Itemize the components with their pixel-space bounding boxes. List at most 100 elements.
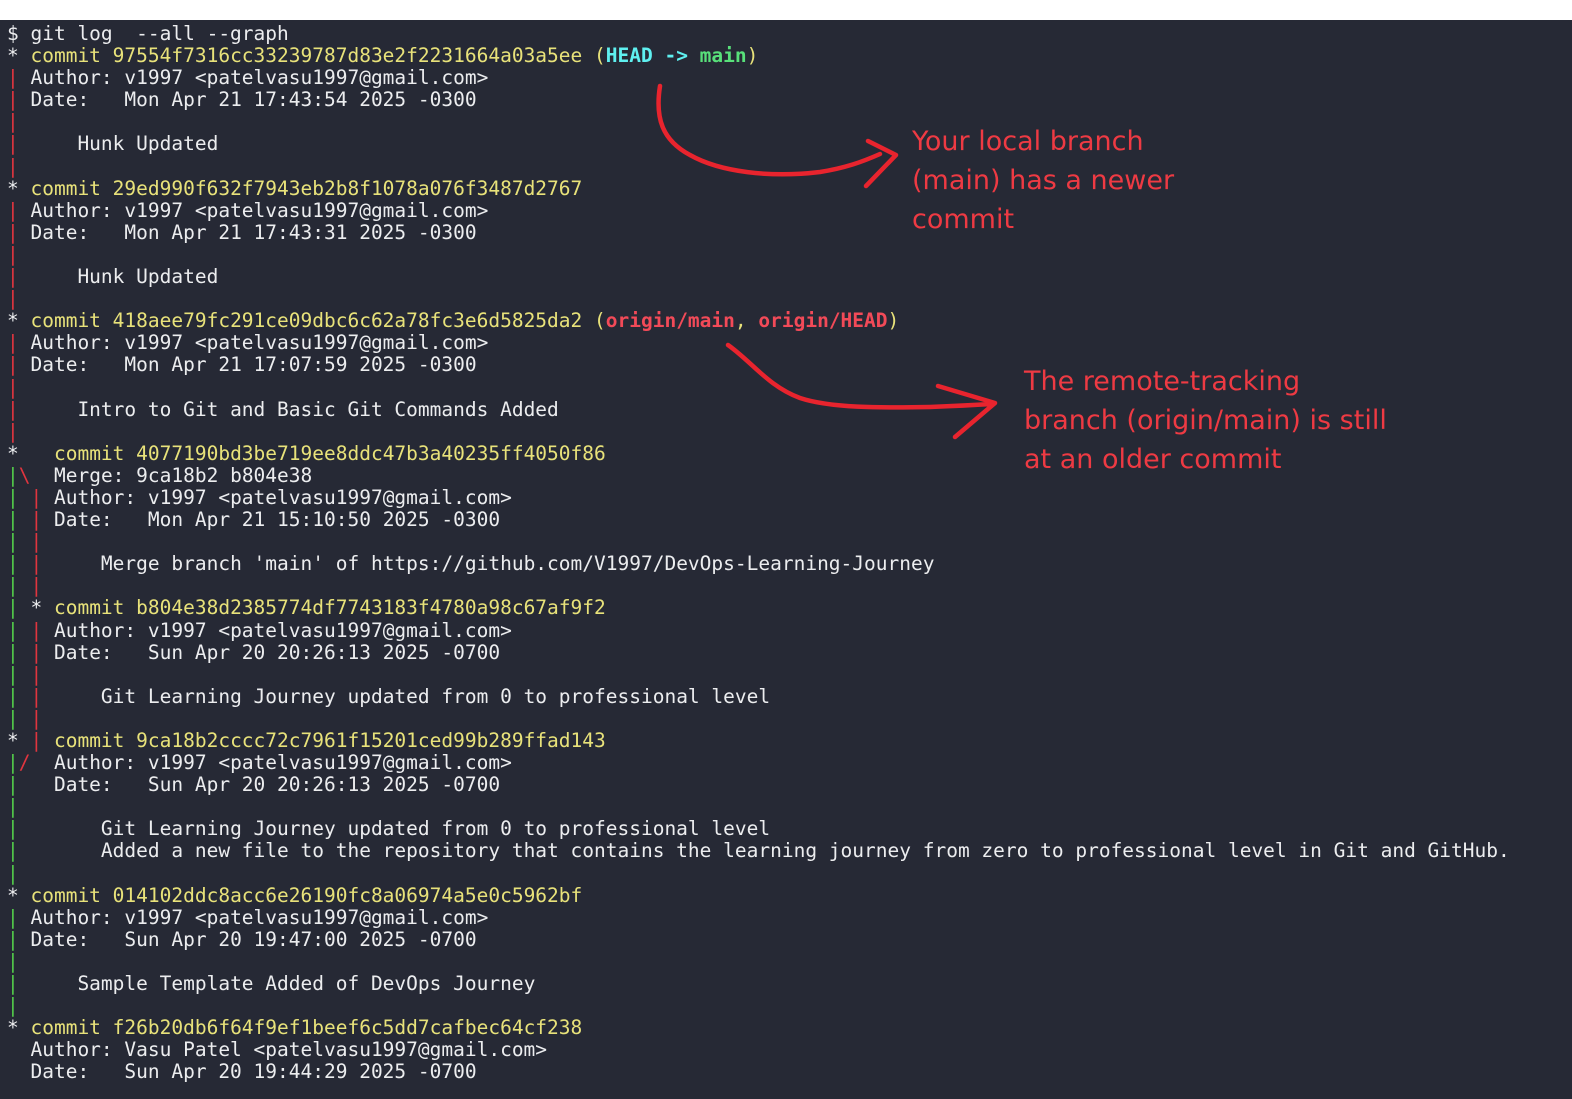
annotation-line: branch (origin/main) is still — [1024, 405, 1387, 436]
terminal-line: | Date: Mon Apr 21 17:43:31 2025 -0300 — [7, 220, 1510, 244]
terminal-line: | Git Learning Journey updated from 0 to… — [7, 818, 1510, 840]
graph-glyph: | — [7, 375, 19, 399]
terminal-line: * commit 29ed990f632f7943eb2b8f1078a076f… — [7, 176, 1510, 200]
terminal-text: Date: Mon Apr 21 17:43:31 2025 -0300 — [30, 220, 477, 244]
graph-glyph: | — [30, 552, 54, 576]
terminal-line: Date: Sun Apr 20 19:44:29 2025 -0700 — [7, 1061, 1510, 1083]
graph-glyph: | — [7, 596, 31, 620]
graph-glyph: | — [7, 839, 31, 863]
terminal-line: | Date: Mon Apr 21 17:43:54 2025 -0300 — [7, 89, 1510, 111]
terminal-text: Author: v1997 <patelvasu1997@gmail.com> — [30, 905, 489, 929]
terminal-text: Author: v1997 <patelvasu1997@gmail.com> — [53, 618, 512, 642]
terminal-line: | | Merge branch 'main' of https://githu… — [7, 553, 1510, 575]
graph-glyph: / — [18, 751, 43, 775]
terminal-text: * — [7, 883, 31, 907]
graph-glyph: | — [7, 485, 31, 509]
graph-glyph: | — [7, 198, 31, 222]
terminal-text: commit 97554f7316cc33239787d83e2f2231664… — [30, 44, 606, 68]
terminal-line: * commit 97554f7316cc33239787d83e2f22316… — [7, 45, 1510, 67]
graph-glyph: | — [7, 88, 31, 112]
terminal-text: * — [7, 441, 54, 465]
terminal-text: * — [7, 1016, 31, 1040]
terminal-text: commit 29ed990f632f7943eb2b8f1078a076f34… — [30, 176, 583, 200]
git-log-output: $ git log --all --graph * commit 97554f73… — [7, 22, 1510, 1084]
terminal-line: | | — [7, 662, 1510, 686]
terminal-text: Date: Sun Apr 20 20:26:13 2025 -0700 — [53, 640, 501, 664]
terminal-text: Intro to Git and Basic Git Commands Adde… — [30, 397, 559, 421]
terminal-line: | Date: Sun Apr 20 20:26:13 2025 -0700 — [7, 774, 1510, 796]
terminal-text: Author: v1997 <patelvasu1997@gmail.com> — [30, 198, 489, 222]
graph-glyph: | — [7, 220, 31, 244]
graph-glyph: | — [7, 861, 19, 885]
terminal-line: * commit 418aee79fc291ce09dbc6c62a78fc3e… — [7, 310, 1510, 332]
terminal-text: Date: Mon Apr 21 17:43:54 2025 -0300 — [30, 88, 477, 112]
terminal-line: $ git log --all --graph — [7, 22, 1510, 45]
graph-glyph: | — [7, 110, 19, 134]
graph-glyph: | — [7, 154, 19, 178]
terminal-text: Date: Mon Apr 21 17:07:59 2025 -0300 — [30, 353, 477, 377]
graph-glyph: | — [30, 640, 54, 664]
graph-glyph: | — [7, 397, 31, 421]
terminal-line: | Hunk Updated — [7, 265, 1510, 288]
terminal-text: Author: v1997 <patelvasu1997@gmail.com> — [30, 331, 489, 355]
terminal-text: commit 4077190bd3be719ee8ddc47b3a40235ff… — [53, 441, 606, 465]
terminal-text: Hunk Updated — [30, 132, 219, 156]
remote-branch-annotation: The remote-tracking branch (origin/main)… — [1024, 362, 1387, 479]
terminal-text: origin/HEAD — [758, 309, 888, 333]
cropped-window-strip — [0, 0, 1572, 20]
terminal-line: | | Date: Sun Apr 20 20:26:13 2025 -0700 — [7, 640, 1510, 664]
terminal-text: Date: Sun Apr 20 19:47:00 2025 -0700 — [30, 927, 477, 951]
terminal-line: * commit f26b20db6f64f9ef1beef6c5dd7cafb… — [7, 1017, 1510, 1039]
terminal-line: | * commit b804e38d2385774df7743183f4780… — [7, 597, 1510, 619]
terminal-text: * — [7, 176, 31, 200]
graph-glyph: | — [7, 817, 31, 841]
terminal-line: | | — [7, 575, 1510, 597]
terminal-line: | — [7, 288, 1510, 310]
graph-glyph: | — [30, 618, 54, 642]
graph-glyph: | — [30, 508, 54, 532]
terminal-text: Date: Mon Apr 21 15:10:50 2025 -0300 — [53, 508, 501, 532]
graph-glyph: | — [7, 927, 31, 951]
graph-glyph: | — [30, 485, 54, 509]
terminal-text: * — [7, 729, 31, 752]
graph-glyph: | — [7, 972, 31, 996]
graph-glyph: | — [30, 662, 43, 686]
terminal-text: HEAD -> — [605, 44, 700, 68]
graph-glyph: | — [30, 574, 43, 598]
graph-glyph: | — [30, 684, 54, 708]
annotation-line: at an older commit — [1024, 444, 1282, 475]
terminal-text: Sample Template Added of DevOps Journey — [30, 972, 536, 996]
terminal-text: commit b804e38d2385774df7743183f4780a98c… — [53, 596, 606, 620]
graph-glyph: | — [7, 640, 31, 664]
graph-glyph: | — [7, 419, 19, 443]
terminal-text: * — [30, 596, 54, 620]
terminal-line: | Author: v1997 <patelvasu1997@gmail.com… — [7, 198, 1510, 222]
terminal-text: Added a new file to the repository that … — [30, 839, 1510, 863]
terminal-line: | Hunk Updated — [7, 133, 1510, 155]
terminal-text: Date: Sun Apr 20 19:44:29 2025 -0700 — [7, 1060, 477, 1084]
terminal-line: |/ Author: v1997 <patelvasu1997@gmail.co… — [7, 752, 1510, 774]
graph-glyph: | — [7, 684, 31, 708]
terminal-line: | — [7, 242, 1510, 266]
terminal-line: | Author: v1997 <patelvasu1997@gmail.com… — [7, 905, 1510, 929]
terminal-line: | Author: v1997 <patelvasu1997@gmail.com… — [7, 332, 1510, 354]
graph-glyph: | — [7, 242, 19, 266]
terminal-line: | Sample Template Added of DevOps Journe… — [7, 972, 1510, 996]
graph-glyph: | — [7, 574, 31, 598]
terminal-line: | | Author: v1997 <patelvasu1997@gmail.c… — [7, 618, 1510, 642]
graph-glyph: | — [7, 132, 31, 156]
terminal-line: | — [7, 861, 1510, 885]
graph-glyph: | — [7, 773, 31, 797]
annotation-line: commit — [912, 204, 1015, 235]
terminal-line: | | Date: Mon Apr 21 15:10:50 2025 -0300 — [7, 509, 1510, 531]
terminal-text: Git Learning Journey updated from 0 to p… — [30, 817, 771, 841]
graph-glyph: | — [7, 905, 31, 929]
terminal-line: Author: Vasu Patel <patelvasu1997@gmail.… — [7, 1039, 1510, 1061]
graph-glyph: | — [7, 508, 31, 532]
terminal-text: Author: v1997 <patelvasu1997@gmail.com> — [30, 66, 489, 90]
terminal-window[interactable]: $ git log --all --graph * commit 97554f73… — [0, 20, 1572, 1099]
graph-glyph: | — [7, 353, 31, 377]
annotation-line: (main) has a newer — [912, 165, 1175, 196]
terminal-line: | — [7, 995, 1510, 1017]
terminal-text: Git Learning Journey updated from 0 to p… — [53, 684, 771, 708]
